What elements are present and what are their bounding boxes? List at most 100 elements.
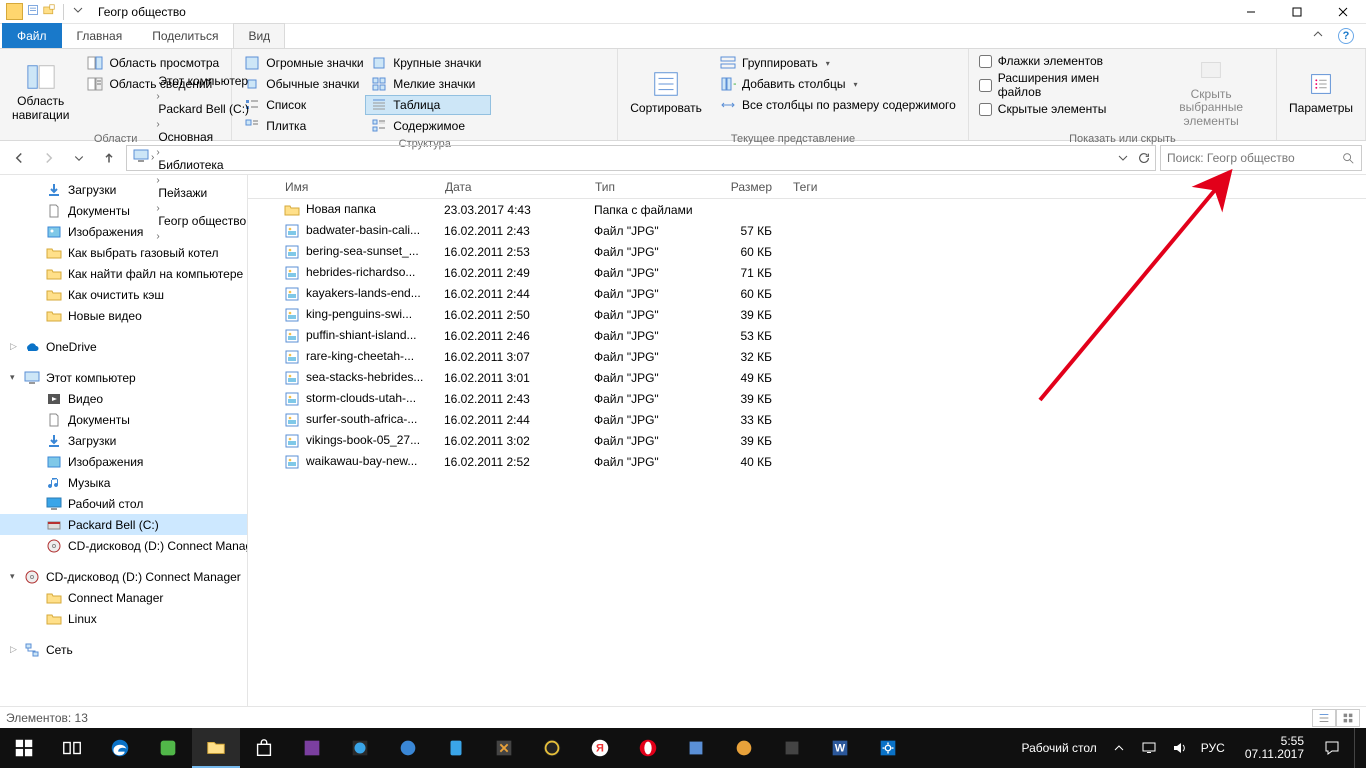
add-columns-button[interactable]: +Добавить столбцы▾ — [714, 74, 962, 94]
breadcrumb-segment[interactable]: Основная — [156, 130, 251, 144]
file-row[interactable]: hebrides-richardso...16.02.2011 2:49Файл… — [248, 262, 1366, 283]
options-button[interactable]: Параметры — [1283, 53, 1359, 131]
nav-up-button[interactable] — [96, 145, 122, 171]
navigation-pane-button[interactable]: Область навигации — [6, 53, 75, 131]
file-row[interactable]: puffin-shiant-island...16.02.2011 2:46Фа… — [248, 325, 1366, 346]
tray-volume-icon[interactable] — [1171, 740, 1187, 756]
nav-forward-button[interactable] — [36, 145, 62, 171]
tree-connect-manager[interactable]: Connect Manager — [0, 587, 247, 608]
file-row[interactable]: bering-sea-sunset_...16.02.2011 2:53Файл… — [248, 241, 1366, 262]
checkbox-item-checkboxes[interactable]: Флажки элементов — [975, 53, 1146, 69]
new-folder-icon[interactable] — [43, 4, 55, 19]
checkbox-file-extensions[interactable]: Расширения имен файлов — [975, 70, 1146, 100]
tree-pictures-2[interactable]: Изображения — [0, 451, 247, 472]
taskbar-yandex[interactable]: Я — [576, 728, 624, 768]
collapse-icon[interactable]: ▾ — [10, 571, 15, 582]
tree-music[interactable]: Музыка — [0, 472, 247, 493]
file-row[interactable]: badwater-basin-cali...16.02.2011 2:43Фай… — [248, 220, 1366, 241]
view-details-button[interactable]: Таблица — [365, 95, 491, 115]
tree-videos[interactable]: Видео — [0, 388, 247, 409]
taskbar-explorer[interactable] — [192, 728, 240, 768]
tray-language[interactable]: РУС — [1201, 741, 1225, 755]
breadcrumb-segment[interactable]: Этот компьютер — [156, 74, 251, 88]
taskbar-app-10[interactable] — [768, 728, 816, 768]
file-row[interactable]: Новая папка23.03.2017 4:43Папка с файлам… — [248, 199, 1366, 220]
preview-pane-button[interactable]: Область просмотра — [81, 53, 225, 73]
tree-cd-2[interactable]: ▾CD-дисковод (D:) Connect Manager — [0, 566, 247, 587]
file-row[interactable]: storm-clouds-utah-...16.02.2011 2:43Файл… — [248, 388, 1366, 409]
properties-icon[interactable] — [27, 4, 39, 19]
tray-clock[interactable]: 5:55 07.11.2017 — [1239, 735, 1310, 761]
column-headers[interactable]: Имя Дата Тип Размер Теги — [248, 175, 1366, 199]
view-tiles-button[interactable]: Плитка — [238, 116, 364, 136]
tree-folder-4[interactable]: Новые видео — [0, 305, 247, 326]
file-row[interactable]: vikings-book-05_27...16.02.2011 3:02Файл… — [248, 430, 1366, 451]
chevron-right-icon[interactable]: › — [156, 147, 159, 158]
nav-history-button[interactable] — [66, 145, 92, 171]
view-list-button[interactable]: Список — [238, 95, 364, 115]
breadcrumb-segment[interactable]: Packard Bell (C:) — [156, 102, 251, 116]
checkbox-hidden-items[interactable]: Скрытые элементы — [975, 101, 1146, 117]
show-desktop-label[interactable]: Рабочий стол — [1021, 741, 1096, 755]
view-large-button[interactable]: Крупные значки — [365, 53, 491, 73]
file-row[interactable]: kayakers-lands-end...16.02.2011 2:44Файл… — [248, 283, 1366, 304]
taskbar-app-4[interactable] — [384, 728, 432, 768]
task-view-button[interactable] — [48, 728, 96, 768]
group-by-button[interactable]: Группировать▾ — [714, 53, 962, 73]
view-medium-button[interactable]: Обычные значки — [238, 74, 364, 94]
tray-chevron-up-icon[interactable] — [1111, 740, 1127, 756]
taskbar-app-2[interactable] — [288, 728, 336, 768]
tree-network[interactable]: ▷Сеть — [0, 639, 247, 660]
col-type[interactable]: Тип — [585, 175, 705, 198]
tab-file[interactable]: Файл — [2, 23, 62, 48]
maximize-button[interactable] — [1274, 0, 1320, 24]
view-content-button[interactable]: Содержимое — [365, 116, 491, 136]
refresh-icon[interactable] — [1137, 151, 1151, 165]
chevron-right-icon[interactable]: › — [156, 119, 159, 130]
view-details-toggle[interactable] — [1312, 709, 1336, 727]
tree-this-pc[interactable]: ▾Этот компьютер — [0, 367, 247, 388]
file-row[interactable]: waikawau-bay-new...16.02.2011 2:52Файл "… — [248, 451, 1366, 472]
taskbar-settings[interactable] — [864, 728, 912, 768]
minimize-button[interactable] — [1228, 0, 1274, 24]
taskbar-app-3[interactable] — [336, 728, 384, 768]
file-row[interactable]: surfer-south-africa-...16.02.2011 2:44Фа… — [248, 409, 1366, 430]
tree-folder-2[interactable]: Как найти файл на компьютере — [0, 263, 247, 284]
taskbar-app-1[interactable] — [144, 728, 192, 768]
tree-folder-3[interactable]: Как очистить кэш — [0, 284, 247, 305]
tree-packard-bell[interactable]: Packard Bell (C:) — [0, 514, 247, 535]
tree-downloads[interactable]: Загрузки — [0, 179, 247, 200]
col-date[interactable]: Дата — [435, 175, 585, 198]
file-row[interactable]: king-penguins-swi...16.02.2011 2:50Файл … — [248, 304, 1366, 325]
col-name[interactable]: Имя — [275, 175, 435, 198]
taskbar-word[interactable]: W — [816, 728, 864, 768]
start-button[interactable] — [0, 728, 48, 768]
tree-desktop[interactable]: Рабочий стол — [0, 493, 247, 514]
file-row[interactable]: sea-stacks-hebrides...16.02.2011 3:01Фай… — [248, 367, 1366, 388]
expand-icon[interactable]: ▷ — [10, 341, 17, 352]
tree-downloads-2[interactable]: Загрузки — [0, 430, 247, 451]
view-small-button[interactable]: Мелкие значки — [365, 74, 491, 94]
address-dropdown-icon[interactable] — [1117, 152, 1129, 164]
taskbar-edge[interactable] — [96, 728, 144, 768]
collapse-icon[interactable]: ▾ — [10, 372, 15, 383]
show-desktop-button[interactable] — [1354, 728, 1360, 768]
expand-icon[interactable]: ▷ — [10, 644, 17, 655]
tray-network-icon[interactable] — [1141, 740, 1157, 756]
tree-onedrive[interactable]: ▷OneDrive — [0, 336, 247, 357]
breadcrumb-segment[interactable]: Библиотека — [156, 158, 251, 172]
tree-documents[interactable]: Документы — [0, 200, 247, 221]
taskbar-app-8[interactable] — [672, 728, 720, 768]
qat-dropdown-icon[interactable] — [72, 4, 84, 19]
help-icon[interactable]: ? — [1338, 28, 1354, 44]
taskbar-app-7[interactable] — [528, 728, 576, 768]
collapse-ribbon-icon[interactable] — [1312, 28, 1324, 40]
size-columns-button[interactable]: Все столбцы по размеру содержимого — [714, 95, 962, 115]
col-size[interactable]: Размер — [705, 175, 783, 198]
chevron-right-icon[interactable]: › — [156, 91, 159, 102]
view-icons-toggle[interactable] — [1336, 709, 1360, 727]
tab-home[interactable]: Главная — [62, 23, 138, 48]
close-button[interactable] — [1320, 0, 1366, 24]
search-box[interactable]: Поиск: Геогр общество — [1160, 145, 1362, 171]
tab-share[interactable]: Поделиться — [137, 23, 233, 48]
